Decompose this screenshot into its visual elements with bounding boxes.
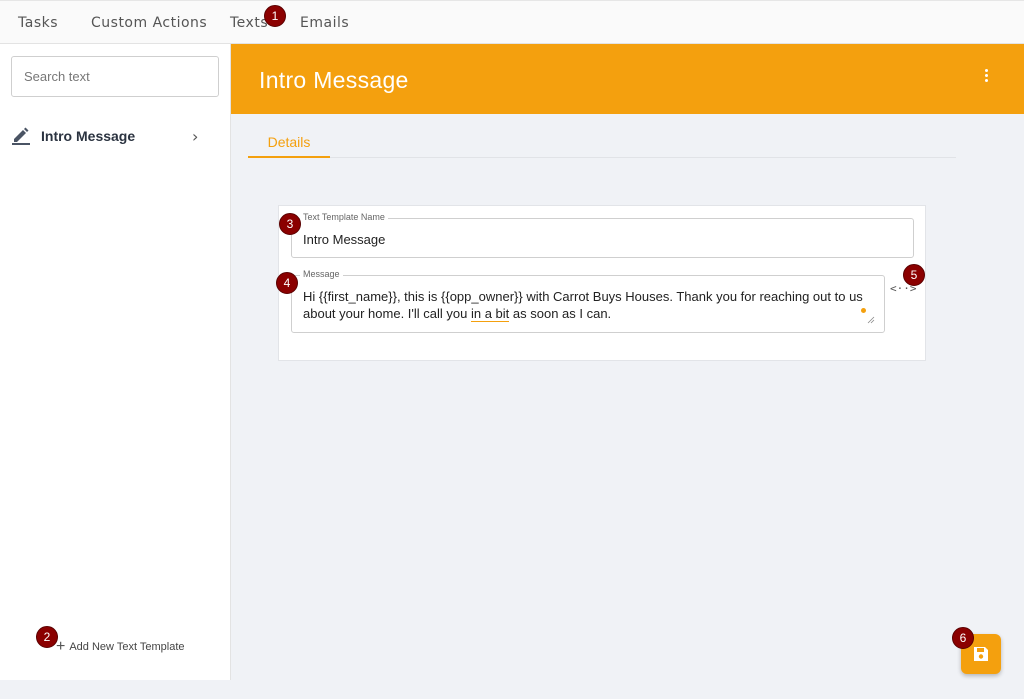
- main-panel: Intro Message Details Text Template Name…: [231, 44, 1024, 680]
- marker-1: 1: [264, 5, 286, 27]
- sidebar-item-label: Intro Message: [41, 128, 136, 144]
- details-form: Text Template Name Intro Message Message…: [278, 205, 926, 361]
- marker-6: 6: [952, 627, 974, 649]
- template-name-field[interactable]: Text Template Name Intro Message: [291, 212, 914, 258]
- sidebar-item-intro-message[interactable]: Intro Message ›: [0, 118, 230, 154]
- page-title: Intro Message: [259, 67, 409, 93]
- message-label: Message: [300, 269, 343, 279]
- more-options-icon[interactable]: [981, 68, 991, 86]
- plus-icon: +: [56, 638, 66, 655]
- status-dot: [861, 308, 866, 313]
- marker-3: 3: [279, 213, 301, 235]
- chevron-right-icon: ›: [192, 127, 199, 146]
- template-name-label: Text Template Name: [300, 212, 388, 222]
- page-header: Intro Message: [231, 44, 1024, 114]
- tab-details[interactable]: Details: [248, 124, 330, 158]
- marker-2: 2: [36, 626, 58, 648]
- tab-emails[interactable]: Emails: [300, 15, 349, 31]
- tab-tasks[interactable]: Tasks: [18, 15, 58, 31]
- message-value: Hi {{first_name}}, this is {{opp_owner}}…: [303, 288, 863, 322]
- sidebar: Intro Message › + Add New Text Template: [0, 44, 231, 680]
- add-template-button[interactable]: + Add New Text Template: [56, 638, 185, 655]
- template-name-value: Intro Message: [303, 232, 386, 247]
- tab-custom-actions[interactable]: Custom Actions: [91, 15, 207, 31]
- marker-5: 5: [903, 264, 925, 286]
- save-icon: [974, 647, 988, 661]
- spelling-flag[interactable]: in a bit: [470, 306, 510, 322]
- pencil-icon: [12, 127, 30, 145]
- message-field[interactable]: Message Hi {{first_name}}, this is {{opp…: [291, 269, 885, 333]
- search-input[interactable]: [11, 56, 219, 97]
- resize-handle-icon[interactable]: [867, 316, 875, 324]
- tab-texts[interactable]: Texts: [230, 15, 268, 31]
- marker-4: 4: [276, 272, 298, 294]
- tabs-divider: [248, 157, 956, 158]
- add-template-label: Add New Text Template: [69, 641, 185, 653]
- top-nav: Tasks Custom Actions Texts Emails: [0, 0, 1024, 44]
- message-text-end: as soon as I can.: [509, 306, 612, 321]
